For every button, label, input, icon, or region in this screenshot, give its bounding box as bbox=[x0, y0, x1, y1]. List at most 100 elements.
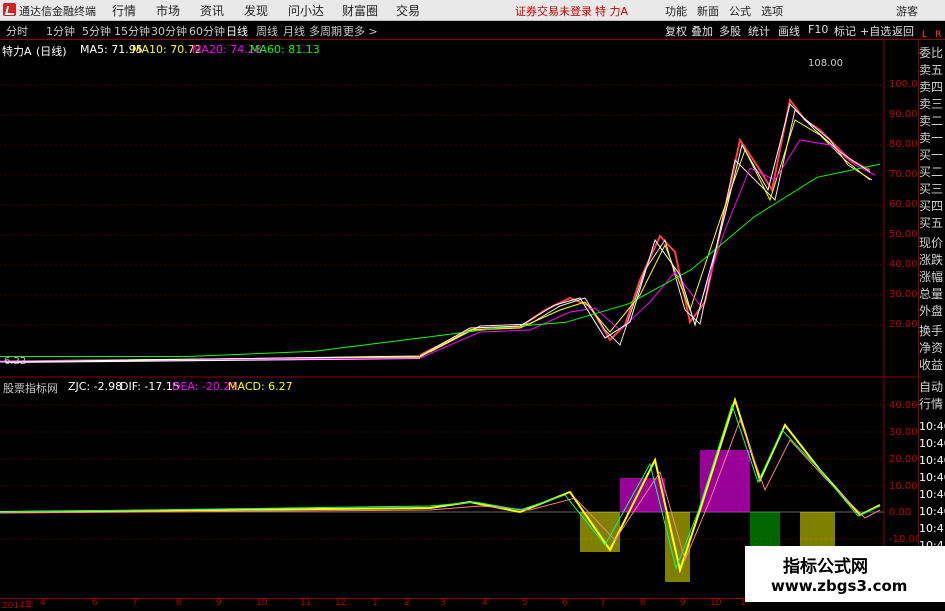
menu-news[interactable]: 资讯 bbox=[200, 2, 224, 19]
current-stock: 特 力A bbox=[595, 5, 629, 18]
ask-1: 卖一 bbox=[919, 131, 944, 145]
dif-value: DIF: -17.15 bbox=[120, 380, 180, 393]
period-tag: (日线) bbox=[36, 45, 67, 58]
date-label: 4 bbox=[40, 598, 46, 608]
quote-label[interactable]: 行情 bbox=[919, 397, 943, 412]
menu-market[interactable]: 市场 bbox=[156, 2, 180, 19]
corner-r: R bbox=[935, 30, 942, 40]
date-label: 7 bbox=[600, 598, 606, 608]
menu-quotes[interactable]: 行情 bbox=[112, 2, 136, 19]
date-label: 9 bbox=[216, 598, 222, 608]
period-tab-60min[interactable]: 60分钟 bbox=[189, 23, 225, 39]
price-tick: 20.00 bbox=[889, 319, 918, 330]
period-tab-weekly[interactable]: 周线 bbox=[256, 23, 278, 39]
period-tab-1min[interactable]: 1分钟 bbox=[46, 23, 75, 39]
back-button[interactable]: 返回 bbox=[892, 23, 914, 39]
statistics-button[interactable]: 统计 bbox=[748, 23, 770, 39]
watermark-url: www.zbgs3.com bbox=[771, 577, 908, 595]
bid-3: 买三 bbox=[919, 182, 944, 196]
overlay-button[interactable]: 叠加 bbox=[691, 23, 713, 39]
indicator-tick: 20.00 bbox=[889, 454, 918, 465]
period-tab-monthly[interactable]: 月线 bbox=[283, 23, 305, 39]
date-label: 11 bbox=[300, 598, 312, 608]
ask-4: 卖四 bbox=[919, 80, 944, 94]
period-tab-multi[interactable]: 多周期 bbox=[309, 23, 342, 39]
date-label: 9 bbox=[680, 598, 686, 608]
period-tab-daily[interactable]: 日线 bbox=[226, 23, 248, 39]
change-pct: 涨幅 bbox=[919, 270, 944, 284]
watermark-title: 指标公式网 bbox=[783, 557, 868, 577]
date-label: 10 bbox=[256, 598, 268, 608]
turnover: 换手 bbox=[919, 324, 944, 338]
price-tick: 60.00 bbox=[889, 199, 918, 210]
date-label: 10 bbox=[710, 598, 722, 608]
restore-rights-button[interactable]: 复权 bbox=[665, 23, 687, 39]
menu-new-page[interactable]: 新面 bbox=[697, 3, 719, 19]
price-tick: 70.00 bbox=[889, 169, 918, 180]
mark-button[interactable]: 标记 bbox=[834, 23, 856, 39]
corner-l: L bbox=[922, 30, 928, 40]
tick-time: 10:40 bbox=[919, 488, 945, 501]
add-watchlist-button[interactable]: +自选 bbox=[860, 23, 891, 39]
ask-2: 卖二 bbox=[919, 114, 944, 128]
date-label: 6 bbox=[562, 598, 568, 608]
date-label: 2014年 bbox=[2, 601, 34, 611]
menu-options[interactable]: 选项 bbox=[761, 3, 783, 19]
indicator-name: 股票指标网 bbox=[3, 382, 58, 395]
ma60-label: MA60: 81.13 bbox=[250, 43, 320, 56]
zjc-value: ZJC: -2.98 bbox=[68, 380, 123, 393]
indicator-tick: 40.00 bbox=[889, 400, 918, 411]
tick-time: 10:40 bbox=[919, 437, 945, 450]
bid-4: 买四 bbox=[919, 199, 944, 213]
menu-formula[interactable]: 公式 bbox=[729, 3, 751, 19]
high-marker: 108.00 bbox=[808, 58, 843, 69]
period-tab-5min[interactable]: 5分钟 bbox=[82, 23, 111, 39]
draw-line-button[interactable]: 画线 bbox=[778, 23, 800, 39]
login-status[interactable]: 证券交易未登录 bbox=[515, 3, 592, 19]
ma20-line bbox=[0, 139, 876, 362]
tick-time: 10:40 bbox=[919, 420, 945, 433]
change: 涨跌 bbox=[919, 253, 944, 267]
multi-stock-button[interactable]: 多股 bbox=[719, 23, 741, 39]
period-tab-more[interactable]: 更多 > bbox=[343, 23, 378, 39]
date-label: 8 bbox=[640, 598, 646, 608]
tick-time: 10:41 bbox=[919, 522, 945, 535]
bid-ratio: 委比 bbox=[919, 46, 944, 60]
price-grid bbox=[0, 84, 884, 326]
period-tab-intraday[interactable]: 分时 bbox=[6, 23, 28, 39]
bid-1: 买一 bbox=[919, 148, 944, 162]
stock-label: 特力A bbox=[2, 45, 32, 58]
price-tick: 30.00 bbox=[889, 289, 918, 300]
guest-label[interactable]: 游客 bbox=[896, 3, 918, 19]
period-tab-30min[interactable]: 30分钟 bbox=[151, 23, 187, 39]
bid-5: 买五 bbox=[919, 216, 944, 230]
tick-time: 10:40 bbox=[919, 454, 945, 467]
macd-value: MACD: 6.27 bbox=[228, 380, 293, 393]
date-label: 5 bbox=[522, 598, 528, 608]
date-label: 12 bbox=[335, 598, 347, 608]
app-logo-icon bbox=[3, 3, 16, 16]
price-tick: 40.00 bbox=[889, 259, 918, 270]
menu-discover[interactable]: 发现 bbox=[244, 2, 268, 19]
price-tick: 80.00 bbox=[889, 139, 918, 150]
menu-ask[interactable]: 问小达 bbox=[288, 2, 324, 19]
date-label: 6 bbox=[92, 598, 98, 608]
current-price: 现价 bbox=[919, 236, 944, 250]
total-volume: 总量 bbox=[919, 287, 944, 301]
date-label: 8 bbox=[176, 598, 182, 608]
menu-bar: 通达信金融终端 行情 市场 资讯 发现 问小达 财富圈 交易 证券交易未登录 特… bbox=[0, 0, 945, 21]
f10-button[interactable]: F10 bbox=[808, 23, 828, 36]
ma60-line bbox=[0, 163, 881, 357]
menu-wealth[interactable]: 财富圈 bbox=[342, 2, 378, 19]
menu-trade[interactable]: 交易 bbox=[396, 2, 420, 19]
period-tab-15min[interactable]: 15分钟 bbox=[114, 23, 150, 39]
kline-chart[interactable] bbox=[0, 40, 918, 598]
indicator-tick: 30.00 bbox=[889, 427, 918, 438]
price-tick: 100.0 bbox=[889, 79, 918, 90]
tick-time: 10:40 bbox=[919, 505, 945, 518]
auto-label[interactable]: 自动 bbox=[919, 380, 943, 395]
menu-function[interactable]: 功能 bbox=[665, 3, 687, 19]
low-marker: 6.22 bbox=[4, 356, 27, 367]
outer-volume: 外盘 bbox=[919, 304, 944, 318]
earnings: 收益 bbox=[919, 358, 944, 372]
